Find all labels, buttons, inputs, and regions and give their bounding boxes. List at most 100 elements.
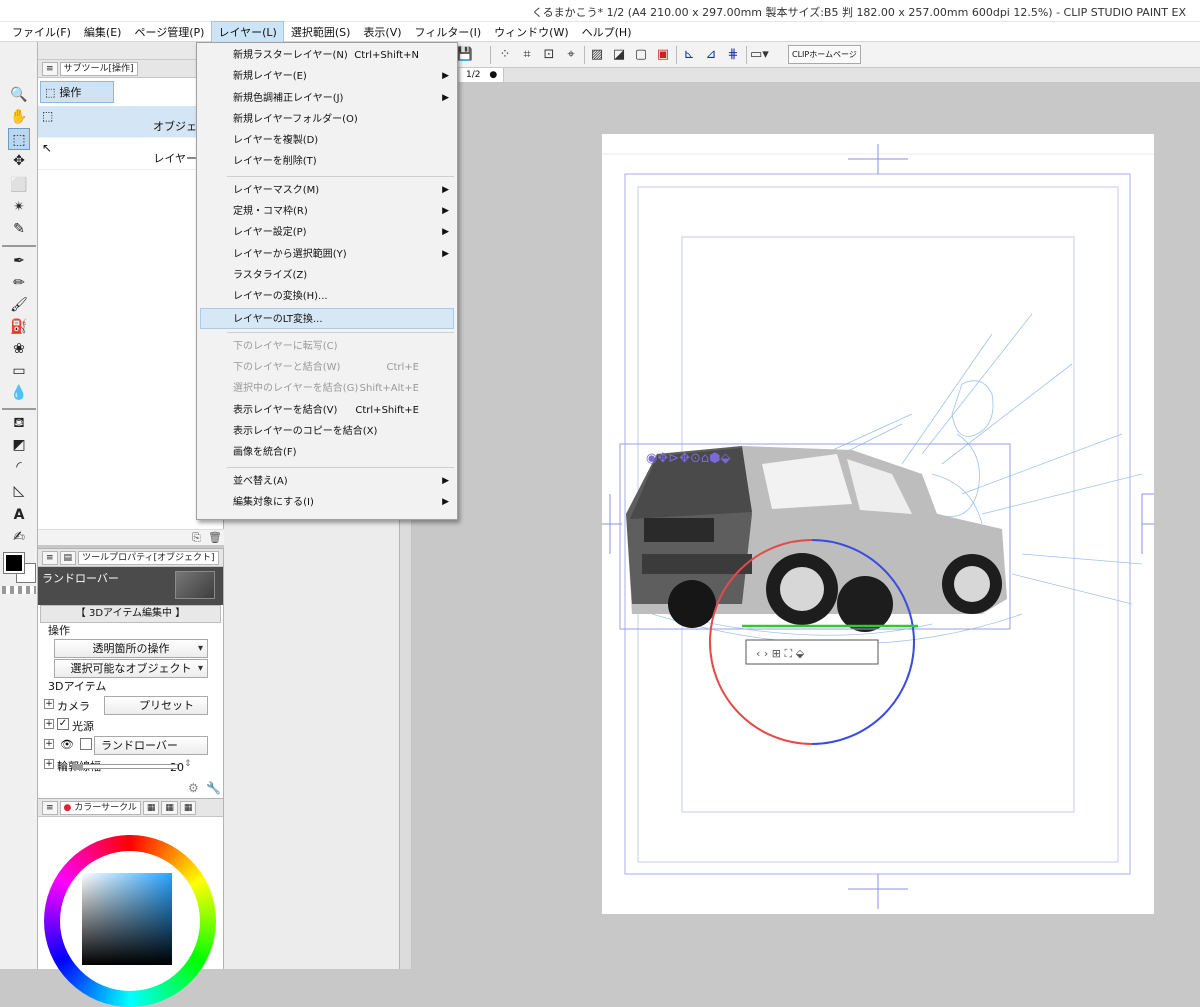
menu-view[interactable]: 表示(V)	[357, 22, 407, 42]
gradient-tool-icon[interactable]: ◩	[8, 434, 30, 456]
tab-tool-property[interactable]: ツールプロパティ[オブジェクト]	[78, 550, 219, 565]
menu-item-ruler-frame[interactable]: 定規・コマ枠(R) ▶	[197, 201, 457, 222]
tab-intermediate[interactable]: ▦	[161, 800, 178, 815]
menu-item-new-raster-layer[interactable]: 新規ラスターレイヤー(N) Ctrl+Shift+N	[197, 45, 457, 66]
menu-file[interactable]: ファイル(F)	[6, 22, 77, 42]
text-tool-icon[interactable]: A	[8, 504, 30, 526]
fill-tool-icon[interactable]: ⛾	[8, 412, 30, 434]
dots-icon[interactable]: ⁘	[496, 46, 514, 64]
snap-special-icon[interactable]: ⊿	[702, 46, 720, 64]
menu-window[interactable]: ウィンドウ(W)	[488, 22, 574, 42]
auto-select-tool-icon[interactable]: ✴	[8, 196, 30, 218]
operation-tool-icon[interactable]: ⬚	[8, 128, 30, 150]
eye-icon[interactable]: 👁	[60, 738, 74, 751]
brush-tool-icon[interactable]: 🖌	[8, 294, 30, 316]
spinner-icon[interactable]: ⇕	[184, 759, 192, 769]
selection-tool-icon[interactable]: ⬜	[8, 174, 30, 196]
menu-item-convert-layer[interactable]: レイヤーの変換(H)...	[197, 286, 457, 307]
ruler-menu-icon[interactable]: ▭▾	[750, 46, 769, 64]
move-layer-tool-icon[interactable]: ✥	[8, 150, 30, 172]
panel-tab-icon[interactable]: ▤	[59, 550, 77, 565]
hand-tool-icon[interactable]: ✋	[8, 106, 30, 128]
panel-menu-icon[interactable]: ≡	[42, 61, 58, 76]
eyedropper-tool-icon[interactable]: ✎	[8, 218, 30, 240]
menu-item-layer-mask[interactable]: レイヤーマスク(M) ▶	[197, 180, 457, 201]
menu-item-lt-conversion[interactable]: レイヤーのLT変換...	[200, 307, 454, 329]
panel-menu-icon[interactable]: ≡	[42, 550, 58, 565]
snap-grid-icon[interactable]: ⋕	[724, 46, 742, 64]
fill-selection-icon[interactable]: ◪	[610, 46, 628, 64]
slider-knob[interactable]	[73, 764, 83, 770]
selectable-object-select[interactable]: 選択可能なオブジェクト	[54, 659, 208, 678]
crop-icon[interactable]: ⌖	[562, 46, 580, 64]
menu-item-transfer-below[interactable]: 下のレイヤーに転写(C)	[197, 336, 457, 357]
menu-item-merge-visible-copy[interactable]: 表示レイヤーのコピーを結合(X)	[197, 421, 457, 442]
transparent-op-select[interactable]: 透明箇所の操作	[54, 639, 208, 658]
object-select[interactable]: ランドローバー	[94, 736, 208, 755]
pen-tool-icon[interactable]: ✒	[8, 250, 30, 272]
menu-item-merge-visible[interactable]: 表示レイヤーを結合(V) Ctrl+Shift+E	[197, 400, 457, 421]
menu-layer[interactable]: レイヤー(L)	[211, 20, 284, 43]
color-swatch[interactable]	[2, 552, 36, 594]
menu-filter[interactable]: フィルター(I)	[409, 22, 488, 42]
light-checkbox[interactable]: ✓	[57, 718, 69, 730]
outside-clear-icon[interactable]: ▢	[632, 46, 650, 64]
deselect-icon[interactable]: ⊡	[540, 46, 558, 64]
canvas-tab[interactable]: 1/2 ●	[460, 68, 505, 82]
expand-icon[interactable]: +	[44, 759, 54, 769]
zoom-tool-icon[interactable]: 🔍	[8, 84, 30, 106]
blend-tool-icon[interactable]: 💧	[8, 382, 30, 404]
transparent-color[interactable]	[2, 586, 36, 594]
tab-approximate[interactable]: ▦	[179, 800, 197, 815]
menu-item-edit-target[interactable]: 編集対象にする(I) ▶	[197, 492, 457, 513]
canvas[interactable]: ‹ › ⊞ ⛶ ⬙ ◉✥⊳✥⊙⌂⬢⬙	[412, 84, 1200, 969]
menu-item-flatten-image[interactable]: 画像を統合(F)	[197, 442, 457, 463]
menu-item-rasterize[interactable]: ラスタライズ(Z)	[197, 265, 457, 286]
reset-icon[interactable]: ⚙	[188, 781, 199, 795]
show-area-icon[interactable]: ▣	[654, 46, 672, 64]
menu-item-new-correction-layer[interactable]: 新規色調補正レイヤー(J) ▶	[197, 88, 457, 109]
save-icon[interactable]: 💾	[456, 46, 474, 64]
menu-item-merge-below[interactable]: 下のレイヤーと結合(W) Ctrl+E	[197, 357, 457, 378]
tab-dot-icon[interactable]: ●	[489, 70, 497, 80]
decoration-tool-icon[interactable]: ❀	[8, 338, 30, 360]
panel-menu-icon[interactable]: ≡	[42, 800, 58, 815]
outline-slider[interactable]	[72, 764, 178, 770]
new-subtool-icon[interactable]: ⎘	[192, 531, 201, 545]
expand-icon[interactable]: +	[44, 719, 54, 729]
tab-color-set[interactable]: ▦	[142, 800, 160, 815]
menu-help[interactable]: ヘルプ(H)	[576, 22, 638, 42]
menu-page[interactable]: ページ管理(P)	[128, 22, 210, 42]
wrench-icon[interactable]: 🔧	[206, 781, 221, 795]
menu-edit[interactable]: 編集(E)	[78, 22, 128, 42]
clip-homepage-button[interactable]: CLIPホームページ	[788, 45, 861, 64]
airbrush-tool-icon[interactable]: ⛽	[8, 316, 30, 338]
menu-item-layer-settings[interactable]: レイヤー設定(P) ▶	[197, 222, 457, 243]
expand-icon[interactable]: +	[44, 739, 54, 749]
subtool-group-operation[interactable]: ⬚ 操作	[40, 81, 114, 103]
ruler-tool-icon[interactable]: ◺	[8, 480, 30, 502]
delete-subtool-icon[interactable]: 🗑	[208, 531, 222, 544]
balloon-tool-icon[interactable]: ✍	[8, 526, 30, 548]
preset-button[interactable]: プリセット	[104, 696, 208, 715]
tab-subtool[interactable]: サブツール[操作]	[59, 61, 138, 76]
menu-item-merge-selected[interactable]: 選択中のレイヤーを結合(G) Shift+Alt+E	[197, 378, 457, 399]
menu-selection[interactable]: 選択範囲(S)	[285, 22, 357, 42]
menu-item-new-layer-folder[interactable]: 新規レイヤーフォルダー(O)	[197, 109, 457, 130]
saturation-value-square[interactable]	[82, 873, 172, 965]
page[interactable]: ‹ › ⊞ ⛶ ⬙ ◉✥⊳✥⊙⌂⬢⬙	[602, 134, 1154, 914]
foreground-color[interactable]	[3, 552, 25, 574]
object-checkbox[interactable]	[80, 738, 92, 750]
menu-item-order[interactable]: 並べ替え(A) ▶	[197, 471, 457, 492]
menu-item-new-layer[interactable]: 新規レイヤー(E) ▶	[197, 66, 457, 87]
menu-item-selection-from-layer[interactable]: レイヤーから選択範囲(Y) ▶	[197, 244, 457, 265]
expand-icon[interactable]: +	[44, 699, 54, 709]
menu-item-duplicate-layer[interactable]: レイヤーを複製(D)	[197, 130, 457, 151]
transform-icon[interactable]: ⌗	[518, 46, 536, 64]
tab-color-circle[interactable]: ● カラーサークル	[59, 800, 141, 815]
snap-ruler-icon[interactable]: ⊾	[680, 46, 698, 64]
eraser-tool-icon[interactable]: ▭	[8, 360, 30, 382]
pencil-tool-icon[interactable]: ✏	[8, 272, 30, 294]
clear-icon[interactable]: ▨	[588, 46, 606, 64]
figure-tool-icon[interactable]: ◜	[8, 456, 30, 478]
